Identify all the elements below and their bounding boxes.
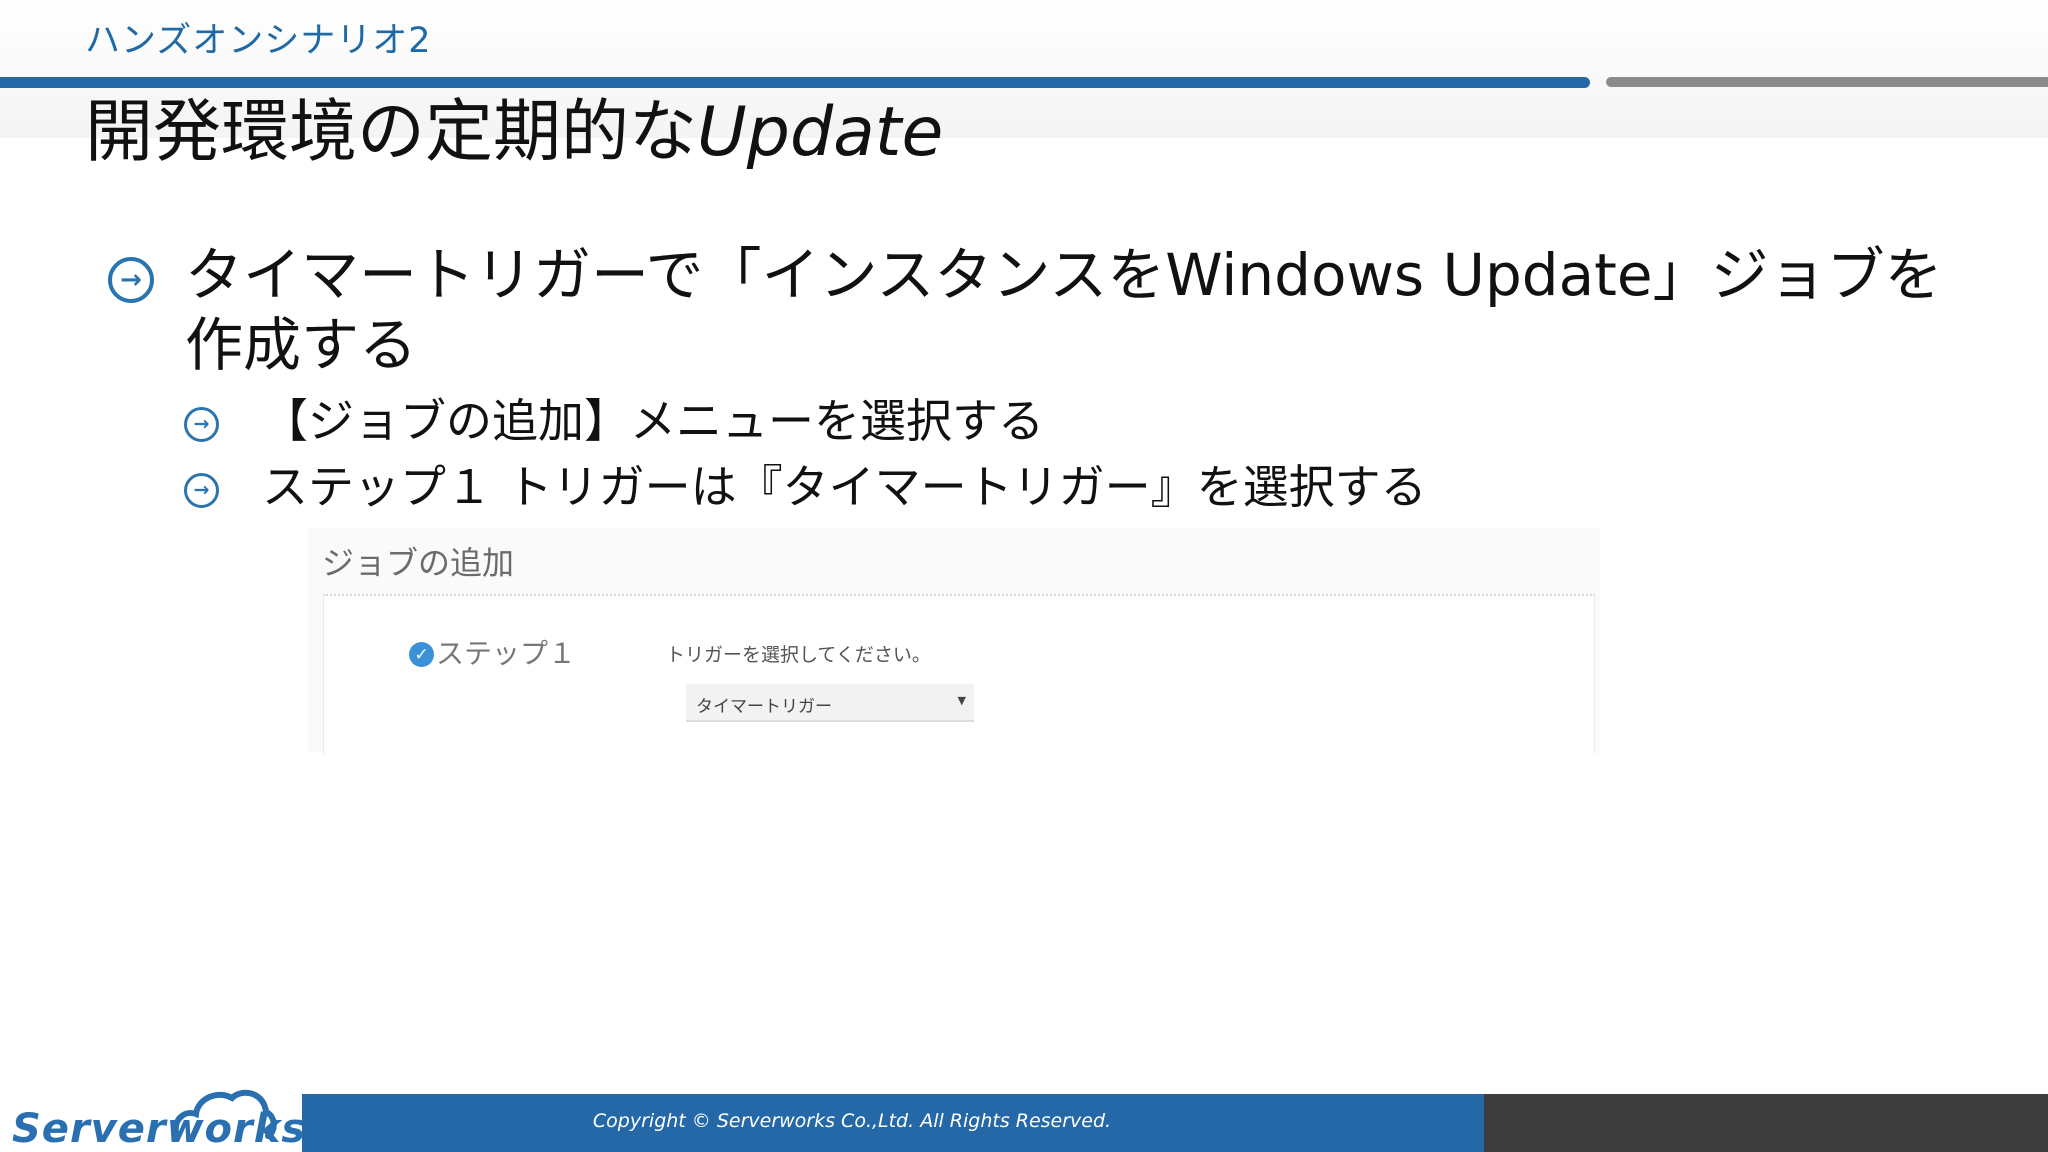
footer-dark-bar [1484, 1094, 2048, 1152]
bullet-level2-text-2: ステップ１ トリガーは『タイマートリガー』を選択する [262, 460, 1427, 514]
circle-arrow-right-icon: → [184, 407, 219, 442]
bullet-level1-text: タイマートリガーで「インスタンスをWindows Update」ジョブを作成する [185, 241, 1943, 379]
trigger-select-value: タイマートリガー [696, 697, 832, 717]
circle-arrow-right-icon: → [184, 473, 219, 508]
trigger-prompt: トリガーを選択してください。 [666, 644, 931, 666]
panel-body: ✓ ステップ１ トリガーを選択してください。 タイマートリガー ▼ [323, 594, 1595, 754]
bullet-level2-text-1: 【ジョブの追加】メニューを選択する [262, 394, 1044, 448]
trigger-select[interactable]: タイマートリガー ▼ [686, 684, 974, 722]
page-title-main: 開発環境の定期的な [85, 93, 698, 172]
circle-arrow-right-icon: → [108, 257, 154, 303]
add-job-panel: ジョブの追加 ✓ ステップ１ トリガーを選択してください。 タイマートリガー ▼ [308, 528, 1600, 754]
page-title: 開発環境の定期的なUpdate [85, 92, 943, 174]
page-title-italic: Update [697, 93, 944, 172]
panel-title: ジョブの追加 [322, 544, 515, 582]
header-rule-gray [1606, 77, 2048, 87]
step-label: ステップ１ [436, 637, 577, 670]
check-circle-icon: ✓ [409, 642, 434, 667]
chevron-down-icon: ▼ [957, 694, 966, 707]
copyright-text: Copyright © Serverworks Co.,Ltd. All Rig… [592, 1110, 1112, 1132]
section-label: ハンズオンシナリオ2 [85, 21, 432, 61]
footer-bar: Copyright © Serverworks Co.,Ltd. All Rig… [302, 1094, 1484, 1152]
header-rule-blue [0, 77, 1590, 88]
